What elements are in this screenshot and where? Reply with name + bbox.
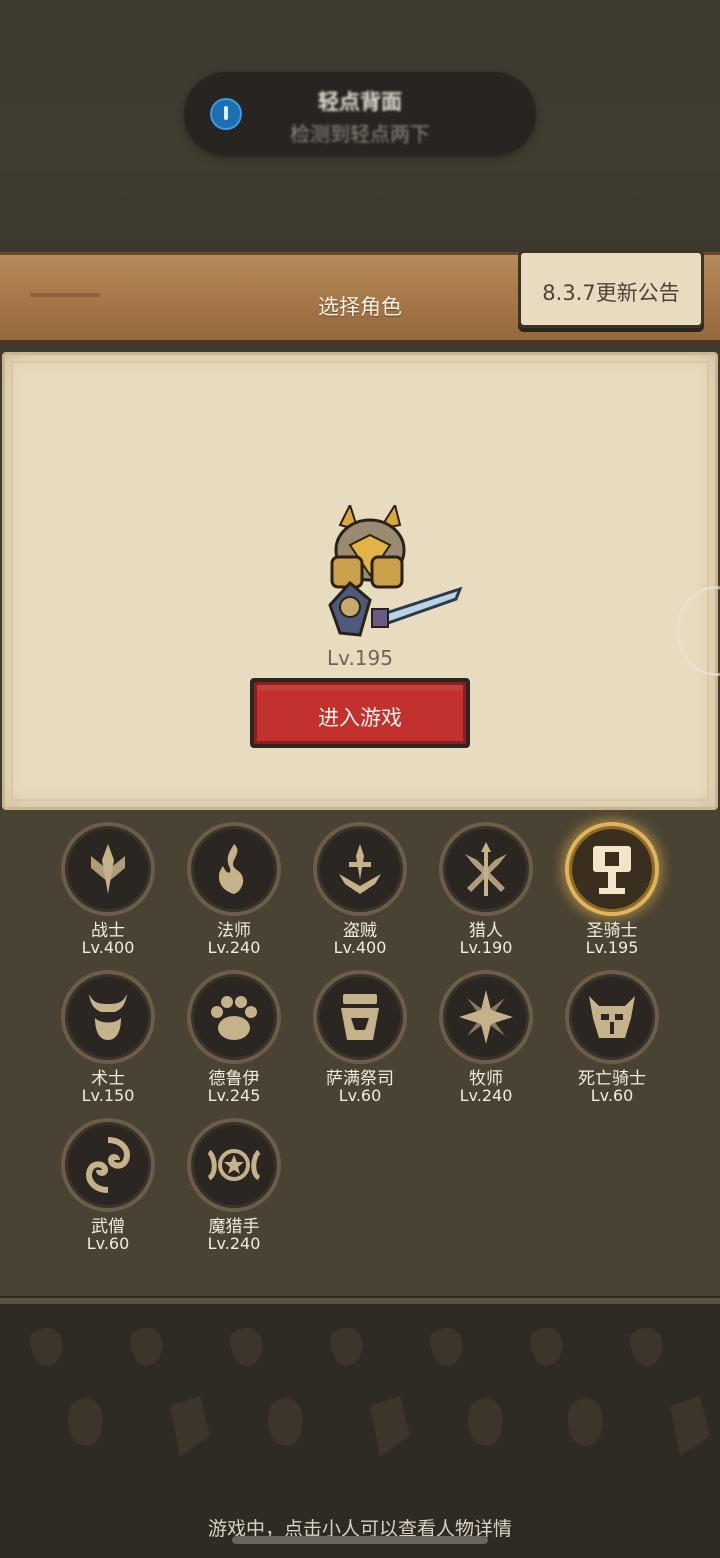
class-item-rogue[interactable]: 盗贼 Lv.400 bbox=[305, 822, 415, 962]
hammer-emblem-icon bbox=[565, 822, 659, 916]
enter-game-button[interactable]: 进入游戏 bbox=[250, 678, 470, 748]
class-item-warrior[interactable]: 战士 Lv.400 bbox=[53, 822, 163, 962]
toast-subtitle: 检测到轻点两下 bbox=[290, 122, 430, 146]
class-level: Lv.240 bbox=[459, 1086, 513, 1105]
enter-game-label: 进入游戏 bbox=[318, 706, 402, 730]
skull-helm-icon bbox=[565, 970, 659, 1064]
class-level: Lv.60 bbox=[338, 1086, 382, 1105]
back-tap-toast: 轻点背面 检测到轻点两下 bbox=[184, 72, 536, 156]
class-level: Lv.400 bbox=[333, 938, 387, 957]
class-level: Lv.60 bbox=[590, 1086, 634, 1105]
swirl-emblem-icon bbox=[61, 1118, 155, 1212]
class-item-mage[interactable]: 法师 Lv.240 bbox=[179, 822, 289, 962]
character-sprite[interactable] bbox=[310, 505, 470, 645]
class-level: Lv.60 bbox=[86, 1234, 130, 1253]
update-notice-label: 8.3.7更新公告 bbox=[542, 281, 680, 305]
panel-divider bbox=[0, 1296, 720, 1306]
horned-skull-icon bbox=[61, 970, 155, 1064]
toast-title: 轻点背面 bbox=[318, 90, 402, 114]
update-notice-button[interactable]: 8.3.7更新公告 bbox=[518, 250, 704, 328]
flame-emblem-icon bbox=[187, 822, 281, 916]
hero-body bbox=[328, 505, 463, 637]
class-item-monk[interactable]: 武僧 Lv.60 bbox=[53, 1118, 163, 1258]
class-item-death-knight[interactable]: 死亡骑士 Lv.60 bbox=[557, 970, 667, 1110]
class-item-shaman[interactable]: 萨满祭司 Lv.60 bbox=[305, 970, 415, 1110]
sword-emblem-icon bbox=[61, 822, 155, 916]
star-burst-icon bbox=[439, 970, 533, 1064]
class-item-druid[interactable]: 德鲁伊 Lv.245 bbox=[179, 970, 289, 1110]
totem-icon bbox=[313, 970, 407, 1064]
class-level: Lv.190 bbox=[459, 938, 513, 957]
character-level: Lv.195 bbox=[327, 646, 393, 670]
class-level: Lv.150 bbox=[81, 1086, 135, 1105]
class-item-priest[interactable]: 牧师 Lv.240 bbox=[431, 970, 541, 1110]
class-item-hunter[interactable]: 猎人 Lv.190 bbox=[431, 822, 541, 962]
crossed-arrows-icon bbox=[439, 822, 533, 916]
class-level: Lv.400 bbox=[81, 938, 135, 957]
demon-star-icon bbox=[187, 1118, 281, 1212]
home-indicator[interactable] bbox=[232, 1536, 488, 1544]
class-level: Lv.240 bbox=[207, 938, 261, 957]
paw-icon bbox=[187, 970, 281, 1064]
dagger-emblem-icon bbox=[313, 822, 407, 916]
class-item-paladin[interactable]: 圣骑士 Lv.195 bbox=[557, 822, 667, 962]
class-item-warlock[interactable]: 术士 Lv.150 bbox=[53, 970, 163, 1110]
class-level: Lv.195 bbox=[585, 938, 639, 957]
class-level: Lv.240 bbox=[207, 1234, 261, 1253]
class-item-demon-hunter[interactable]: 魔猎手 Lv.240 bbox=[179, 1118, 289, 1258]
class-level: Lv.245 bbox=[207, 1086, 261, 1105]
